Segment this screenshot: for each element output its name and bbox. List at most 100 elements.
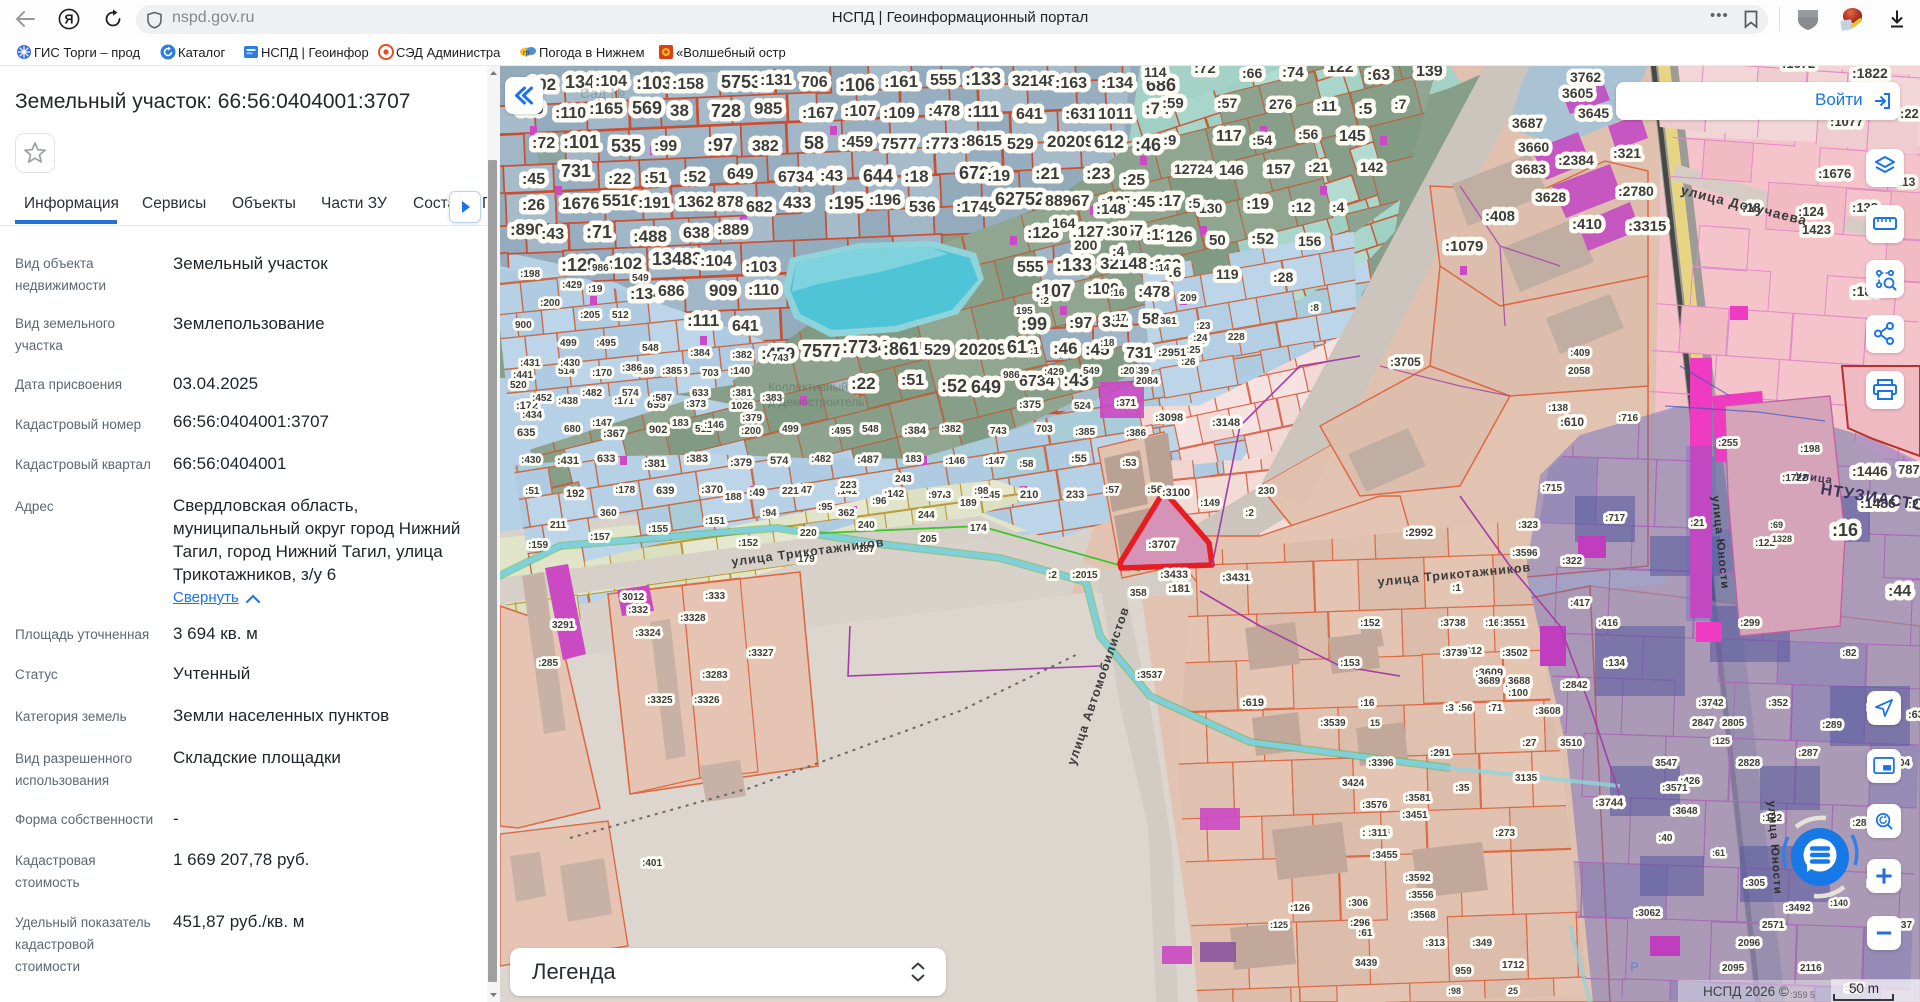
svg-text::305: :305 xyxy=(1745,878,1765,889)
svg-text::3492: :3492 xyxy=(1785,903,1811,914)
svg-text::619: :619 xyxy=(1242,697,1264,709)
svg-text:2058: 2058 xyxy=(1568,366,1591,377)
svg-text::3315: :3315 xyxy=(1628,218,1666,235)
svg-text::1672: :1672 xyxy=(1782,66,1815,71)
svg-text:126: 126 xyxy=(1166,229,1193,246)
svg-text::386: :386 xyxy=(1126,428,1146,439)
svg-text::131: :131 xyxy=(760,72,792,89)
svg-text::5: :5 xyxy=(1358,101,1372,118)
svg-text:20209: 20209 xyxy=(1047,132,1094,151)
svg-text::431: :431 xyxy=(520,358,540,369)
svg-text::3327: :3327 xyxy=(748,648,774,659)
svg-text:3687: 3687 xyxy=(1512,115,1543,131)
svg-text::429: :429 xyxy=(562,280,582,291)
svg-text::9: :9 xyxy=(1163,132,1176,149)
svg-text:25: 25 xyxy=(1508,986,1518,996)
svg-text::3568: :3568 xyxy=(1410,910,1436,921)
svg-text::63: :63 xyxy=(1908,709,1920,721)
svg-text::28: :28 xyxy=(1273,269,1293,285)
svg-text:2084: 2084 xyxy=(1136,376,1159,387)
svg-text::370: :370 xyxy=(701,484,723,496)
svg-text::482: :482 xyxy=(811,454,831,465)
svg-text::22: :22 xyxy=(608,171,631,188)
svg-text::96: :96 xyxy=(872,496,887,507)
svg-text:58: 58 xyxy=(804,133,824,153)
svg-text::3608: :3608 xyxy=(1535,706,1561,717)
svg-text::101: :101 xyxy=(563,132,599,152)
svg-text:164: 164 xyxy=(1052,215,1076,231)
svg-text:12724: 12724 xyxy=(1174,161,1213,177)
svg-text::107: :107 xyxy=(844,103,876,120)
svg-text:731: 731 xyxy=(561,161,591,181)
svg-text:Коллективный: Коллективный xyxy=(768,380,848,394)
svg-text:114: 114 xyxy=(1144,66,1167,80)
svg-text::333: :333 xyxy=(705,591,725,602)
svg-text::198: :198 xyxy=(1800,444,1820,455)
svg-text::313: :313 xyxy=(1425,938,1445,949)
svg-text::100: :100 xyxy=(1508,688,1528,699)
svg-text::20: :20 xyxy=(1120,366,1135,377)
svg-text::3433: :3433 xyxy=(1160,569,1188,581)
svg-text::382: :382 xyxy=(732,350,752,361)
svg-text::71: :71 xyxy=(1488,703,1503,714)
svg-text::99: :99 xyxy=(1021,314,1047,334)
svg-text:146: 146 xyxy=(1219,162,1244,179)
svg-text::3742: :3742 xyxy=(1698,698,1724,709)
svg-text::147: :147 xyxy=(985,456,1005,467)
svg-text::3: :3 xyxy=(1445,703,1454,714)
svg-text::71: :71 xyxy=(586,222,612,242)
svg-text::495: :495 xyxy=(596,338,616,349)
svg-text::1: :1 xyxy=(1030,346,1039,357)
svg-text:142: 142 xyxy=(1360,159,1384,175)
svg-text::2992: :2992 xyxy=(1405,527,1433,539)
svg-text::401: :401 xyxy=(642,858,662,869)
svg-text::3455: :3455 xyxy=(1372,850,1398,861)
svg-text:433: 433 xyxy=(783,193,811,212)
svg-text::4: :4 xyxy=(1332,199,1345,215)
svg-text::19: :19 xyxy=(588,284,603,295)
svg-text:3762: 3762 xyxy=(1570,69,1601,85)
svg-text:1328: 1328 xyxy=(1772,534,1792,544)
svg-text::146: :146 xyxy=(945,456,965,467)
svg-text::408: :408 xyxy=(1485,208,1515,225)
svg-text:641: 641 xyxy=(732,318,759,335)
svg-text::384: :384 xyxy=(690,348,710,359)
svg-text::19: :19 xyxy=(1246,196,1269,213)
svg-text:15: 15 xyxy=(1370,718,1380,728)
svg-text::375: :375 xyxy=(1019,399,1041,411)
svg-text::16: :16 xyxy=(1360,698,1375,709)
svg-text:548: 548 xyxy=(862,424,879,435)
svg-text::431: :431 xyxy=(557,455,579,467)
svg-text:682: 682 xyxy=(746,199,773,216)
svg-text:2847: 2847 xyxy=(1692,718,1715,729)
svg-text:555: 555 xyxy=(1017,259,1044,276)
svg-text::196: :196 xyxy=(869,192,901,209)
svg-text:909: 909 xyxy=(709,281,737,300)
svg-text:130: 130 xyxy=(1199,200,1223,216)
svg-text::430: :430 xyxy=(560,358,580,369)
svg-text::133: :133 xyxy=(965,69,1001,89)
svg-text::3502: :3502 xyxy=(1502,648,1528,659)
svg-text::8615: :8615 xyxy=(961,133,1002,150)
svg-text:244: 244 xyxy=(918,510,935,521)
svg-text::59: :59 xyxy=(1162,95,1184,112)
svg-text::26: :26 xyxy=(522,197,545,214)
svg-text::98: :98 xyxy=(1448,986,1461,996)
svg-text::30: :30 xyxy=(1106,223,1128,240)
svg-text:117: 117 xyxy=(1216,128,1242,145)
svg-text::2384: :2384 xyxy=(1558,152,1594,168)
svg-text::155: :155 xyxy=(648,524,668,535)
svg-text::610: :610 xyxy=(1560,415,1584,429)
svg-text:230: 230 xyxy=(1258,486,1275,497)
svg-text:38: 38 xyxy=(670,101,689,120)
svg-text::2951: :2951 xyxy=(1158,347,1186,359)
svg-text::321: :321 xyxy=(1613,145,1641,161)
svg-text::1446: :1446 xyxy=(1852,463,1888,479)
svg-text:686: 686 xyxy=(658,283,685,300)
svg-text::125: :125 xyxy=(1270,920,1288,930)
svg-text:524: 524 xyxy=(1074,401,1091,412)
svg-text:7577: 7577 xyxy=(802,341,842,361)
svg-text:122: 122 xyxy=(1327,66,1354,76)
svg-text::163: :163 xyxy=(1055,75,1087,92)
svg-text::52: :52 xyxy=(1251,231,1274,248)
